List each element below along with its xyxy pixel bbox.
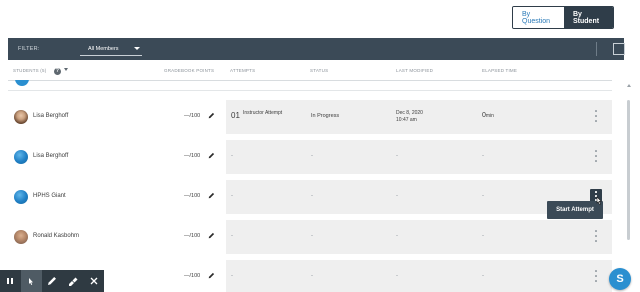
select-all-checkbox[interactable] <box>613 43 625 55</box>
last-modified: - <box>396 273 398 279</box>
divider <box>8 80 612 81</box>
filter-bar: FILTER: All Members <box>8 38 625 60</box>
highlighter-icon <box>68 277 78 286</box>
score: —/100 <box>184 113 201 119</box>
attempt-cell <box>226 140 612 174</box>
pen-tool-button[interactable] <box>42 270 63 292</box>
score: —/100 <box>184 193 201 199</box>
scrollbar-thumb[interactable] <box>627 100 630 240</box>
divider <box>8 90 612 91</box>
filter-selected-value: All Members <box>88 45 119 52</box>
last-modified: - <box>396 153 398 159</box>
column-header-gradebook-points: GRADEBOOK POINTS <box>164 68 215 73</box>
column-header-status: STATUS <box>310 68 329 73</box>
status-text: - <box>311 233 313 239</box>
student-cell: HPHS Giant <box>8 180 158 214</box>
attempt-cell <box>226 220 612 254</box>
by-question-button[interactable]: By Question <box>513 7 564 28</box>
avatar <box>14 110 28 124</box>
cursor-icon <box>596 196 602 205</box>
pencil-icon[interactable] <box>208 152 215 159</box>
attempt-cell <box>226 260 612 292</box>
pause-button[interactable] <box>0 270 21 292</box>
elapsed-time: - <box>482 153 484 159</box>
elapsed-time: - <box>482 193 484 199</box>
filter-select[interactable]: All Members <box>80 42 142 56</box>
kebab-menu-icon[interactable] <box>593 270 599 282</box>
view-toggle: By Question By Student <box>512 6 614 29</box>
student-name[interactable]: Lisa Berghoff <box>33 153 68 159</box>
attempts-value: - <box>231 273 233 279</box>
column-header-last-modified: LAST MODIFIED <box>396 68 434 73</box>
student-name[interactable]: HPHS Giant <box>33 193 66 199</box>
score: —/100 <box>184 233 201 239</box>
attempts-value: - <box>231 193 233 199</box>
pencil-icon[interactable] <box>208 192 215 199</box>
column-header-row: STUDENTS (5) ? GRADEBOOK POINTS ATTEMPTS… <box>8 66 612 80</box>
pencil-icon[interactable] <box>208 272 215 279</box>
status-text: - <box>311 153 313 159</box>
kebab-menu-icon[interactable] <box>593 230 599 242</box>
elapsed-time: - <box>482 233 484 239</box>
column-header-elapsed-time: ELAPSED TIME <box>482 68 518 73</box>
divider <box>596 42 597 56</box>
table-row[interactable]: HPHS Giant —/100 - - - - <box>8 180 612 214</box>
pause-icon <box>7 278 14 284</box>
last-modified: - <box>396 233 398 239</box>
student-name[interactable]: Lisa Berghoff <box>33 113 68 119</box>
status-text: In Progress <box>311 113 340 119</box>
pointer-tool-button[interactable] <box>20 270 42 292</box>
help-icon[interactable]: ? <box>54 68 61 75</box>
pointer-icon <box>29 277 34 285</box>
pencil-icon[interactable] <box>208 232 215 239</box>
student-name[interactable]: Ronald Kasbohm <box>33 233 79 239</box>
modified-time: 10:47 am <box>396 117 417 123</box>
close-icon <box>90 277 98 285</box>
vertical-scrollbar[interactable] <box>626 80 632 292</box>
pen-icon <box>47 277 56 285</box>
modified-date: Dec 8, 2020 <box>396 110 423 116</box>
filter-label: FILTER: <box>18 46 40 52</box>
attempt-number: 01 <box>231 111 240 120</box>
elapsed-time: 0min <box>482 112 494 119</box>
annotation-toolbar <box>0 270 104 292</box>
attempts-value: - <box>231 153 233 159</box>
elapsed-unit: min <box>485 113 494 119</box>
scroll-up-icon[interactable] <box>627 84 631 87</box>
avatar <box>14 190 28 204</box>
by-student-button[interactable]: By Student <box>564 7 613 28</box>
table-row[interactable]: Ronald Kasbohm —/100 - - - - <box>8 220 612 254</box>
table-row[interactable]: Lisa Berghoff —/100 - - - - <box>8 140 612 174</box>
gradebook-page: By Question By Student FILTER: All Membe… <box>0 0 640 292</box>
avatar <box>14 230 28 244</box>
student-cell: Lisa Berghoff <box>8 100 158 134</box>
student-cell: Lisa Berghoff <box>8 140 158 174</box>
close-toolbar-button[interactable] <box>83 270 104 292</box>
attempt-type: Instructor Attempt <box>243 110 283 116</box>
column-header-students[interactable]: STUDENTS (5) <box>13 68 46 73</box>
table-row[interactable]: Lisa Berghoff —/100 01 Instructor Attemp… <box>8 100 612 134</box>
sort-caret-icon[interactable] <box>64 68 68 71</box>
student-cell: Ronald Kasbohm <box>8 220 158 254</box>
column-header-attempts: ATTEMPTS <box>230 68 256 73</box>
elapsed-time: - <box>482 273 484 279</box>
assistant-button[interactable]: S <box>609 268 631 290</box>
kebab-menu-icon[interactable] <box>593 150 599 162</box>
score: —/100 <box>184 153 201 159</box>
pencil-icon[interactable] <box>208 112 215 119</box>
score: —/100 <box>184 273 201 279</box>
avatar <box>15 80 29 86</box>
attempts-value: - <box>231 233 233 239</box>
highlighter-tool-button[interactable] <box>62 270 83 292</box>
kebab-menu-icon[interactable] <box>593 110 599 122</box>
status-text: - <box>311 273 313 279</box>
last-modified: Dec 8, 2020 10:47 am <box>396 110 423 124</box>
status-text: - <box>311 193 313 199</box>
last-modified: - <box>396 193 398 199</box>
avatar <box>14 150 28 164</box>
chevron-down-icon <box>134 47 140 50</box>
